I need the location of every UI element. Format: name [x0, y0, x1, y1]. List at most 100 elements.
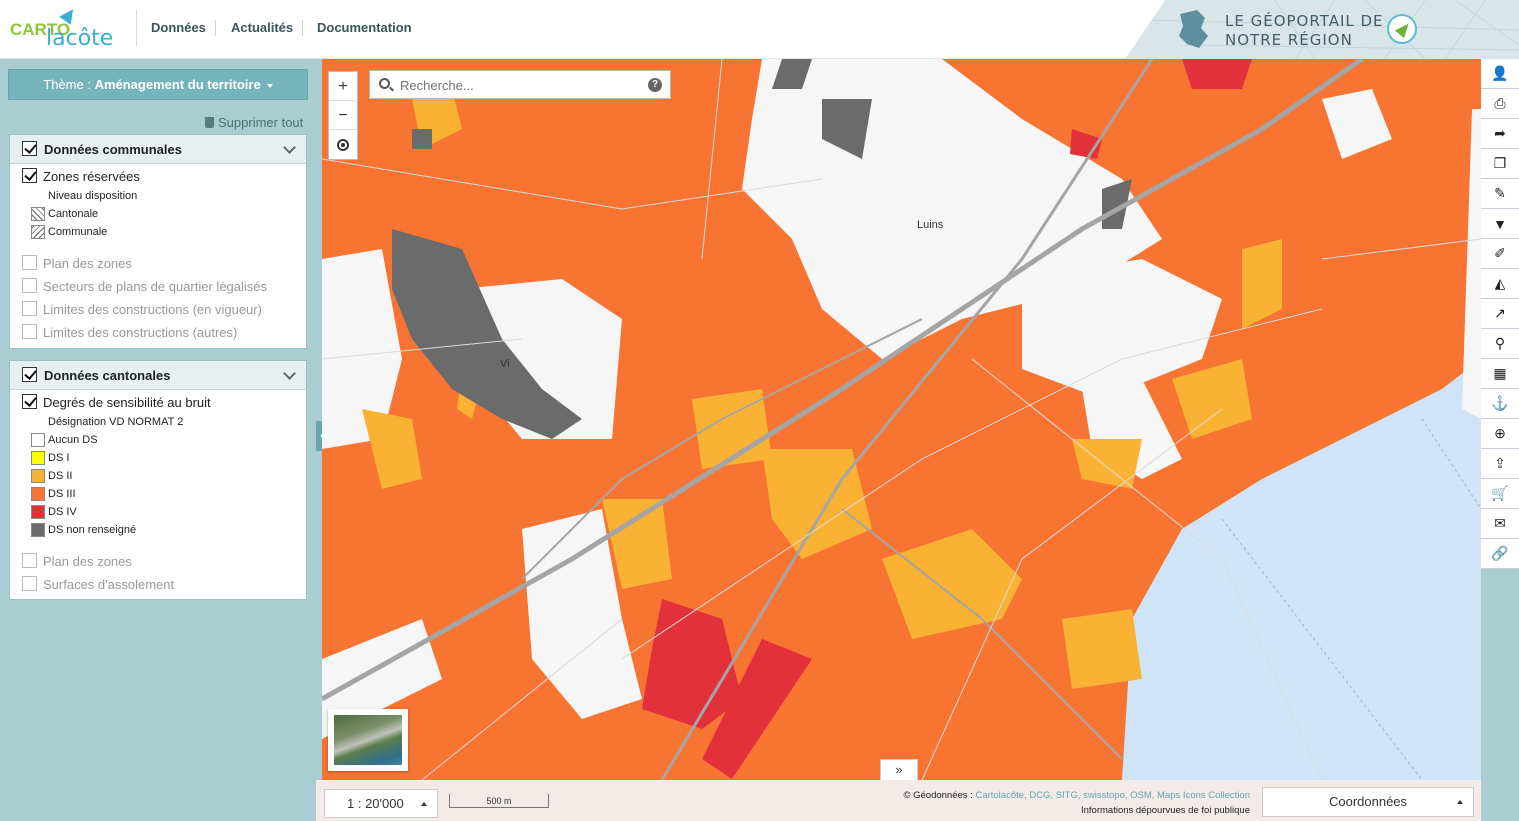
scale-value: 1 : 20'000 — [347, 796, 404, 811]
layer-checkbox[interactable] — [22, 278, 37, 293]
layer-label[interactable]: Secteurs de plans de quartier légalisés — [43, 279, 267, 294]
panel-cantonal-title: Données cantonales — [44, 368, 171, 383]
expand-map-button[interactable]: » — [880, 759, 918, 780]
layer-label[interactable]: Surfaces d'assolement — [43, 577, 174, 592]
nav-donnees[interactable]: Données — [151, 20, 206, 35]
credits: © Géodonnées : Cartolacôte, DCG, SITG, s… — [890, 788, 1250, 818]
credits-prefix: © Géodonnées : — [903, 790, 976, 801]
nav-separator — [215, 20, 216, 36]
legend-label: Cantonale — [48, 208, 99, 220]
chart-icon[interactable]: ↗ — [1481, 299, 1519, 329]
right-toolbar: 👤 ⎙ ➦ ❐ ✎ ▼ ✐ ◭ ↗ ⚲ ▦ ⚓ ⊕ ⇪ 🛒 ✉ 🔗 — [1481, 59, 1519, 821]
panel-cantonal: Données cantonales Degrés de sensibilité… — [9, 360, 307, 600]
geolocate-button[interactable] — [329, 130, 357, 159]
coordinates-select[interactable]: Coordonnées — [1262, 787, 1474, 817]
panel-cantonal-header[interactable]: Données cantonales — [10, 361, 306, 390]
credits-links[interactable]: Cartolacôte, DCG, SITG, swisstopo, OSM, … — [975, 790, 1250, 801]
legend-title: Désignation VD NORMAT 2 — [48, 416, 184, 428]
share-icon[interactable]: ➦ — [1481, 119, 1519, 149]
legend-swatch-aucun — [31, 433, 45, 447]
filter-icon[interactable]: ▼ — [1481, 209, 1519, 239]
remove-all-label: Supprimer tout — [218, 115, 304, 130]
place-label-luins: Luins — [917, 219, 944, 231]
chevron-down-icon[interactable] — [283, 141, 296, 154]
communal-group-checkbox[interactable] — [22, 141, 37, 156]
remove-all-button[interactable]: Supprimer tout — [205, 115, 303, 130]
legend-swatch — [31, 207, 45, 221]
nav-actualites[interactable]: Actualités — [231, 20, 293, 35]
caret-up-icon — [1457, 800, 1463, 804]
zoom-icon[interactable]: ⊕ — [1481, 419, 1519, 449]
theme-selector[interactable]: Thème : Aménagement du territoire — [8, 69, 308, 100]
zoom-in-button[interactable]: + — [329, 72, 357, 101]
nav-documentation[interactable]: Documentation — [317, 20, 412, 35]
compass-icon — [1387, 14, 1417, 44]
profile-icon[interactable]: ◭ — [1481, 269, 1519, 299]
scalebar: 500 m — [449, 794, 549, 808]
legend-label: DS III — [48, 488, 76, 500]
cartolacote-logo[interactable]: CARTO lacôte — [10, 5, 120, 52]
header: CARTO lacôte Données Actualités Document… — [0, 0, 1519, 59]
panel-communal: Données communales Zones réservées Nivea… — [9, 134, 307, 349]
zone-ds-non-renseigne — [412, 129, 432, 149]
layer-checkbox-bruit[interactable] — [22, 394, 37, 409]
map-footer: 1 : 20'000 500 m © Géodonnées : Cartolac… — [316, 780, 1481, 821]
legend-label: DS IV — [48, 506, 77, 518]
layer-label[interactable]: Limites des constructions (autres) — [43, 325, 237, 340]
banner-line-1: LE GÉOPORTAIL DE — [1225, 12, 1384, 30]
layer-label-zones-reservees[interactable]: Zones réservées — [43, 169, 140, 184]
region-shape-icon — [1179, 10, 1208, 48]
layers-icon[interactable]: ❐ — [1481, 149, 1519, 179]
disclaimer: Informations dépourvues de foi publique — [1080, 805, 1250, 816]
panel-communal-header[interactable]: Données communales — [10, 135, 306, 164]
zoom-out-button[interactable]: − — [329, 101, 357, 130]
legend-swatch-ds3 — [31, 487, 45, 501]
legend-label: DS II — [48, 470, 73, 482]
aerial-thumbnail — [334, 715, 402, 765]
upload-icon[interactable]: ⇪ — [1481, 449, 1519, 479]
help-icon[interactable]: ? — [648, 78, 662, 92]
calculator-icon[interactable]: ▦ — [1481, 359, 1519, 389]
query-icon[interactable]: ⚲ — [1481, 329, 1519, 359]
logo-text-lacote: lacôte — [46, 26, 114, 51]
legend-swatch-ds1 — [31, 451, 45, 465]
basemap-switcher[interactable] — [328, 709, 408, 771]
layer-label[interactable]: Plan des zones — [43, 256, 132, 271]
legend-swatch-unknown — [31, 523, 45, 537]
layer-checkbox[interactable] — [22, 576, 37, 591]
layer-label[interactable]: Plan des zones — [43, 554, 132, 569]
layer-checkbox[interactable] — [22, 324, 37, 339]
measure-icon[interactable]: ⚓ — [1481, 389, 1519, 419]
draw-icon[interactable]: ✎ — [1481, 179, 1519, 209]
legend-swatch — [31, 225, 45, 239]
cantonal-group-checkbox[interactable] — [22, 367, 37, 382]
nav-separator — [302, 20, 303, 36]
coordinates-label: Coordonnées — [1328, 794, 1408, 809]
panel-communal-title: Données communales — [44, 142, 182, 157]
scale-select[interactable]: 1 : 20'000 — [324, 789, 438, 818]
map-canvas[interactable]: Luins Vi — [322, 59, 1481, 780]
region-banner: LE GÉOPORTAIL DE NOTRE RÉGION — [1125, 0, 1519, 59]
edit-icon[interactable]: ✐ — [1481, 239, 1519, 269]
banner-text: LE GÉOPORTAIL DE NOTRE RÉGION — [1225, 12, 1384, 50]
layer-checkbox-zones-reservees[interactable] — [22, 168, 37, 183]
map[interactable]: Luins Vi + − ? » — [322, 59, 1481, 780]
legend-label: DS non renseigné — [48, 524, 137, 536]
zoom-controls: + − — [328, 71, 358, 160]
print-icon[interactable]: ⎙ — [1481, 89, 1519, 119]
cart-icon[interactable]: 🛒 — [1481, 479, 1519, 509]
caret-down-icon — [266, 83, 273, 88]
layer-checkbox[interactable] — [22, 255, 37, 270]
layer-label-bruit[interactable]: Degrés de sensibilité au bruit — [43, 395, 211, 410]
layer-checkbox[interactable] — [22, 301, 37, 316]
mail-icon[interactable]: ✉ — [1481, 509, 1519, 539]
header-divider — [136, 10, 137, 46]
search-input[interactable] — [400, 75, 640, 95]
chevron-down-icon[interactable] — [283, 367, 296, 380]
theme-prefix: Thème : — [43, 77, 95, 92]
user-admin-icon[interactable]: 👤 — [1481, 59, 1519, 89]
layer-checkbox[interactable] — [22, 553, 37, 568]
legend-label: DS I — [48, 452, 70, 464]
layer-label[interactable]: Limites des constructions (en vigueur) — [43, 302, 262, 317]
link-icon[interactable]: 🔗 — [1481, 539, 1519, 569]
